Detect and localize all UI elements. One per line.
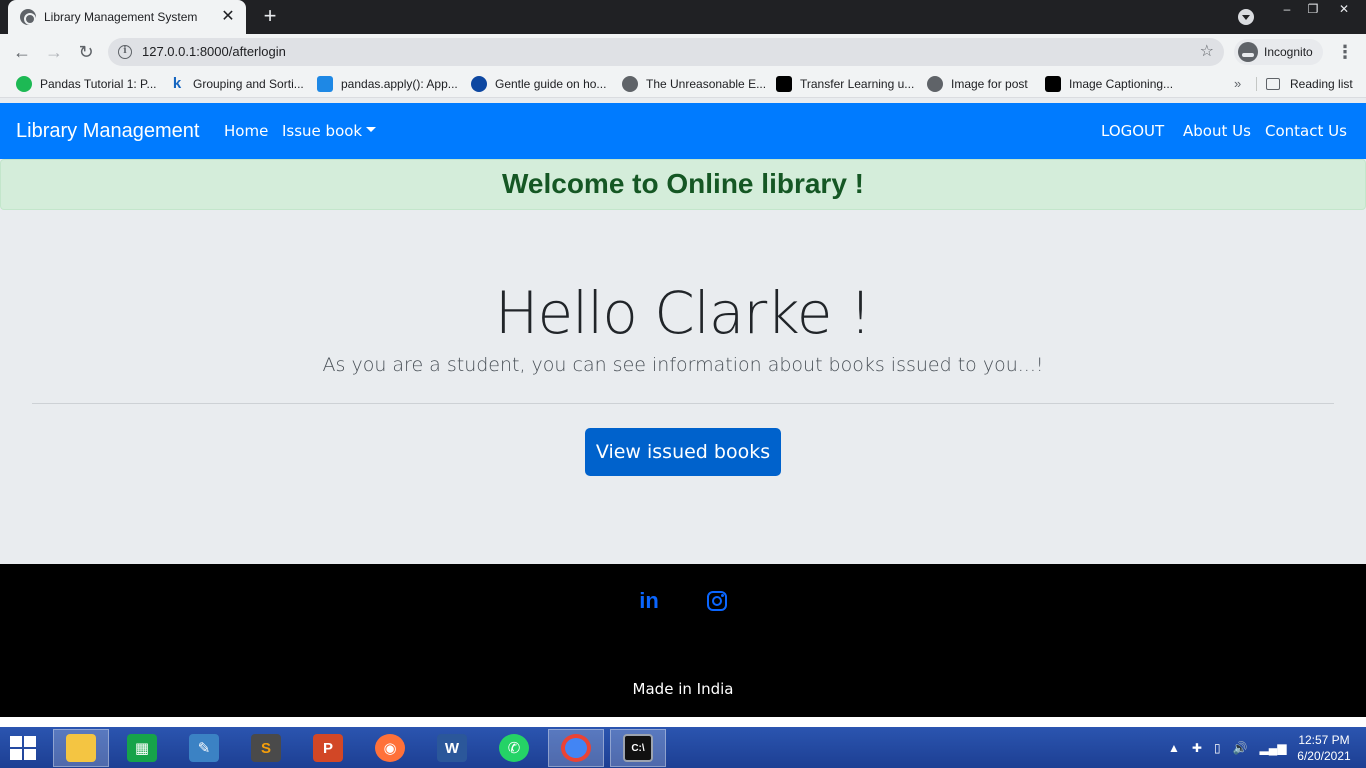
welcome-heading: Welcome to Online library ! — [501, 168, 864, 199]
caret-down-icon — [366, 127, 377, 132]
incognito-icon — [1238, 42, 1258, 62]
terminal-icon[interactable]: C:\ — [610, 729, 666, 767]
pandas-apply-icon — [317, 76, 333, 92]
windows-taskbar: ▦ ✎ S P ◉ W ✆ C:\ ▲ ✚ ▯ 🔊 ▂▄▆ 12:57 PM 6… — [0, 727, 1366, 768]
close-window-button[interactable]: ✕ — [1322, 0, 1366, 20]
bookmark-label: Gentle guide on ho... — [495, 77, 607, 91]
reload-icon[interactable]: ↻ — [74, 40, 98, 64]
bookmarks-overflow-button[interactable]: » — [1234, 75, 1241, 93]
system-tray: ▲ ✚ ▯ 🔊 ▂▄▆ — [1168, 727, 1298, 768]
nav-issue-book-label: Issue book — [282, 122, 363, 140]
url-text[interactable]: 127.0.0.1:8000/afterlogin — [142, 38, 286, 66]
nav-about-link[interactable]: About Us — [1183, 103, 1251, 159]
whatsapp-icon[interactable]: ✆ — [486, 729, 542, 767]
globe-icon — [622, 76, 638, 92]
incognito-label: Incognito — [1264, 45, 1313, 59]
bookmark-label: Image for post — [951, 77, 1028, 91]
nav-contact-link[interactable]: Contact Us — [1265, 103, 1347, 159]
jumbotron: Hello Clarke ! As you are a student, you… — [0, 210, 1366, 564]
bookmark-star-icon[interactable]: ☆ — [1200, 42, 1214, 62]
navbar-brand[interactable]: Library Management — [16, 103, 199, 159]
pandas-icon — [16, 76, 32, 92]
network-icon[interactable]: ▂▄▆ — [1260, 741, 1287, 755]
bookmark-label: Image Captioning... — [1069, 77, 1174, 91]
lead-text: As you are a student, you can see inform… — [322, 354, 1044, 376]
globe-icon — [20, 9, 36, 25]
greeting-heading: Hello Clarke ! — [494, 279, 872, 347]
back-arrow-icon[interactable]: ← — [10, 40, 34, 64]
bookmark-label: Pandas Tutorial 1: P... — [40, 77, 157, 91]
clock-time: 12:57 PM — [1298, 733, 1350, 747]
store-icon[interactable]: ▦ — [114, 729, 170, 767]
file-explorer-icon[interactable] — [53, 729, 109, 767]
menu-kebab-icon[interactable]: ⋮ — [1336, 40, 1354, 64]
nav-issue-book-dropdown[interactable]: Issue book — [282, 103, 377, 159]
bookmark-item[interactable]: Transfer Learning u... — [776, 75, 914, 93]
bookmark-label: pandas.apply(): App... — [341, 77, 458, 91]
bookmark-item[interactable]: Pandas Tutorial 1: P... — [16, 75, 157, 93]
globe-icon — [927, 76, 943, 92]
windows-start-icon[interactable] — [10, 736, 38, 760]
tray-expand-icon[interactable]: ▲ — [1168, 741, 1180, 755]
gentle-guide-icon — [471, 76, 487, 92]
reading-list-icon — [1266, 78, 1280, 90]
linkedin-icon[interactable]: in — [636, 588, 662, 614]
close-tab-icon[interactable]: ✕ — [220, 9, 236, 25]
address-bar[interactable]: i 127.0.0.1:8000/afterlogin ☆ — [108, 38, 1224, 66]
page-bottom-gap — [0, 717, 1366, 727]
incognito-badge[interactable]: Incognito — [1234, 39, 1323, 65]
bookmarks-bar: Pandas Tutorial 1: P... k Grouping and S… — [0, 70, 1366, 98]
tab-title: Library Management System — [44, 10, 198, 24]
site-footer: in Made in India — [0, 564, 1366, 717]
chrome-icon[interactable] — [548, 729, 604, 767]
medium-icon — [1045, 76, 1061, 92]
bookmark-label: Grouping and Sorti... — [193, 77, 304, 91]
tab-search-icon[interactable] — [1238, 9, 1254, 25]
nav-logout-link[interactable]: LOGOUT — [1101, 103, 1164, 159]
made-in-text: Made in India — [632, 680, 734, 698]
welcome-alert: Welcome to Online library ! — [0, 159, 1366, 210]
site-info-icon[interactable]: i — [118, 45, 132, 59]
bookmark-label: The Unreasonable E... — [646, 77, 767, 91]
reading-list-button[interactable]: Reading list — [1266, 75, 1353, 93]
battery-icon[interactable]: ▯ — [1214, 741, 1221, 755]
sublime-text-icon[interactable]: S — [238, 729, 294, 767]
browser-toolbar: ← → ↻ i 127.0.0.1:8000/afterlogin ☆ Inco… — [0, 34, 1366, 70]
gift-icon[interactable]: ✚ — [1192, 741, 1202, 755]
firefox-icon[interactable]: ◉ — [362, 729, 418, 767]
divider — [32, 403, 1334, 404]
powerpoint-icon[interactable]: P — [300, 729, 356, 767]
bookmark-item[interactable]: Image Captioning... — [1045, 75, 1173, 93]
bookmark-item[interactable]: Image for post — [927, 75, 1028, 93]
bookmark-item[interactable]: The Unreasonable E... — [622, 75, 766, 93]
medium-icon — [776, 76, 792, 92]
site-navbar: Library Management Home Issue book LOGOU… — [0, 103, 1366, 159]
browser-titlebar: Library Management System ✕ + – ❐ ✕ — [0, 0, 1366, 34]
clock-date: 6/20/2021 — [1297, 749, 1351, 763]
new-tab-button[interactable]: + — [258, 4, 282, 28]
bookmark-item[interactable]: Gentle guide on ho... — [471, 75, 606, 93]
browser-tab[interactable]: Library Management System ✕ — [8, 0, 246, 34]
view-issued-books-button[interactable]: View issued books — [585, 428, 781, 476]
reading-list-label: Reading list — [1290, 77, 1353, 91]
gallery-icon[interactable]: ✎ — [176, 729, 232, 767]
forward-arrow-icon[interactable]: → — [42, 40, 66, 64]
taskbar-clock[interactable]: 12:57 PM 6/20/2021 — [1288, 732, 1360, 764]
word-icon[interactable]: W — [424, 729, 480, 767]
volume-icon[interactable]: 🔊 — [1233, 741, 1248, 755]
bookmark-item[interactable]: k Grouping and Sorti... — [169, 75, 304, 93]
bookmarks-divider — [1256, 77, 1257, 91]
nav-home-link[interactable]: Home — [224, 103, 268, 159]
k-icon: k — [172, 75, 182, 92]
bookmark-item[interactable]: pandas.apply(): App... — [317, 75, 458, 93]
bookmark-label: Transfer Learning u... — [800, 77, 915, 91]
instagram-icon[interactable] — [704, 588, 730, 614]
